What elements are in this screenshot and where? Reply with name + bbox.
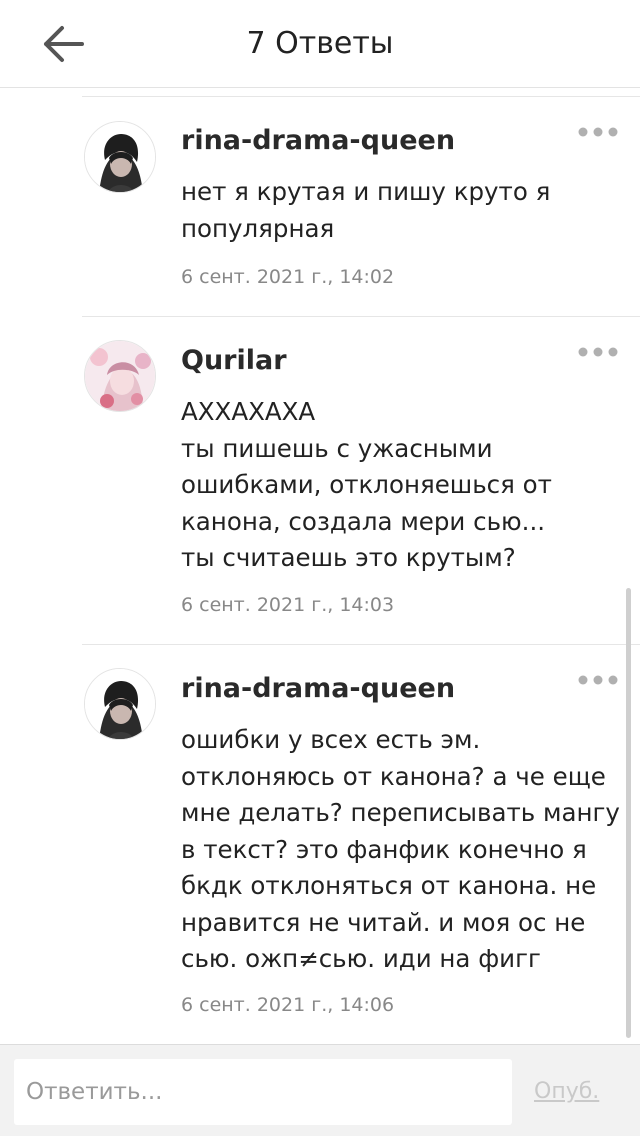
comment-author[interactable]: Qurilar xyxy=(181,344,287,378)
comment-text: АХХАХАХА ты пишешь с ужасными ошибками, … xyxy=(181,397,552,572)
more-dots-icon xyxy=(578,347,618,357)
reply-bar: Опуб. xyxy=(0,1044,640,1136)
reply-input[interactable] xyxy=(14,1059,512,1125)
comment-author[interactable]: rina-drama-queen xyxy=(181,672,455,706)
more-options-button[interactable] xyxy=(578,670,618,690)
comment-timestamp: 6 сент. 2021 г., 14:03 xyxy=(181,594,395,616)
comment-timestamp: 6 сент. 2021 г., 14:06 xyxy=(181,994,395,1016)
more-dots-icon xyxy=(578,675,618,685)
more-options-button[interactable] xyxy=(578,342,618,362)
avatar[interactable] xyxy=(84,340,156,412)
publish-button[interactable]: Опуб. xyxy=(534,1078,599,1106)
comment-timestamp: 6 сент. 2021 г., 14:02 xyxy=(181,266,395,288)
dark-hair-character-avatar xyxy=(85,669,155,739)
divider xyxy=(82,96,640,97)
page-title: 7 Ответы xyxy=(246,26,394,61)
divider xyxy=(82,644,640,645)
comment-thread[interactable]: rina-drama-queen нет я крутая и пишу кру… xyxy=(0,88,640,1044)
more-options-button[interactable] xyxy=(578,122,618,142)
avatar[interactable] xyxy=(84,668,156,740)
avatar[interactable] xyxy=(84,121,156,193)
scrollbar[interactable] xyxy=(626,588,631,1038)
comment-author[interactable]: rina-drama-queen xyxy=(181,124,455,158)
comment-text: нет я крутая и пишу круто я популярная xyxy=(181,177,551,243)
more-dots-icon xyxy=(578,127,618,137)
comment-text: ошибки у всех есть эм. отклоняюсь от кан… xyxy=(181,725,620,973)
dark-hair-character-avatar xyxy=(85,122,155,192)
header-bar: 7 Ответы xyxy=(0,0,640,88)
pink-character-avatar xyxy=(85,341,155,411)
divider xyxy=(82,316,640,317)
